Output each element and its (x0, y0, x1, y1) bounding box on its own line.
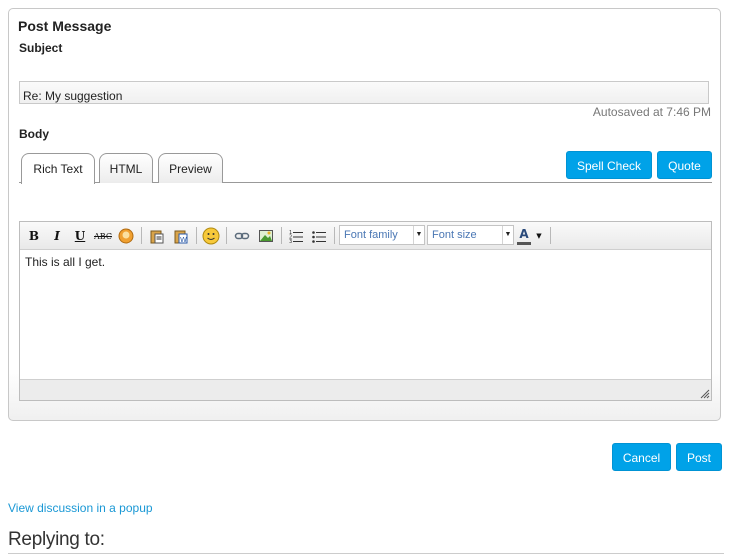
paste-text-icon[interactable] (147, 226, 167, 246)
resize-handle-icon[interactable] (698, 387, 710, 399)
replying-to-heading: Replying to: (8, 529, 105, 550)
subject-input[interactable] (19, 81, 709, 104)
chevron-down-icon: ▼ (413, 226, 424, 244)
subject-label: Subject (19, 41, 63, 55)
clear-format-icon[interactable] (116, 226, 136, 246)
italic-icon[interactable]: I (47, 226, 67, 246)
link-icon[interactable] (232, 226, 252, 246)
editor-statusbar (20, 379, 711, 400)
strikethrough-icon[interactable]: ABC (93, 226, 113, 246)
cancel-button[interactable]: Cancel (612, 443, 671, 471)
underline-icon[interactable]: U (70, 226, 90, 246)
paste-word-icon[interactable]: W (171, 226, 191, 246)
panel-title: Post Message (18, 18, 112, 34)
view-discussion-popup-link[interactable]: View discussion in a popup (8, 501, 153, 515)
svg-text:W: W (180, 236, 187, 244)
ordered-list-icon[interactable]: 123 (286, 226, 306, 246)
image-icon[interactable] (256, 226, 276, 246)
tab-rich-text[interactable]: Rich Text (21, 153, 95, 184)
editor-content[interactable]: This is all I get. (25, 255, 105, 269)
body-label: Body (19, 127, 49, 141)
editor-toolbar: B I U ABC W 123 Font family ▼ Font size … (20, 222, 711, 250)
font-color-dropdown-icon[interactable]: ▼ (534, 226, 544, 246)
chevron-down-icon: ▼ (502, 226, 513, 244)
font-size-select[interactable]: Font size ▼ (427, 225, 514, 245)
spell-check-button[interactable]: Spell Check (566, 151, 652, 179)
unordered-list-icon[interactable] (309, 226, 329, 246)
svg-text:3: 3 (289, 239, 292, 244)
post-button[interactable]: Post (676, 443, 722, 471)
bold-icon[interactable]: B (24, 226, 44, 246)
tab-html[interactable]: HTML (99, 153, 153, 183)
rich-text-editor: B I U ABC W 123 Font family ▼ Font size … (19, 221, 712, 401)
autosave-status: Autosaved at 7:46 PM (592, 105, 711, 119)
font-family-select[interactable]: Font family ▼ (339, 225, 425, 245)
tab-preview[interactable]: Preview (158, 153, 223, 183)
font-family-label: Font family (344, 229, 398, 241)
emoticon-icon[interactable] (201, 226, 221, 246)
font-size-label: Font size (432, 229, 477, 241)
divider (8, 553, 724, 554)
quote-button[interactable]: Quote (657, 151, 712, 179)
font-color-icon[interactable]: A (517, 226, 531, 245)
